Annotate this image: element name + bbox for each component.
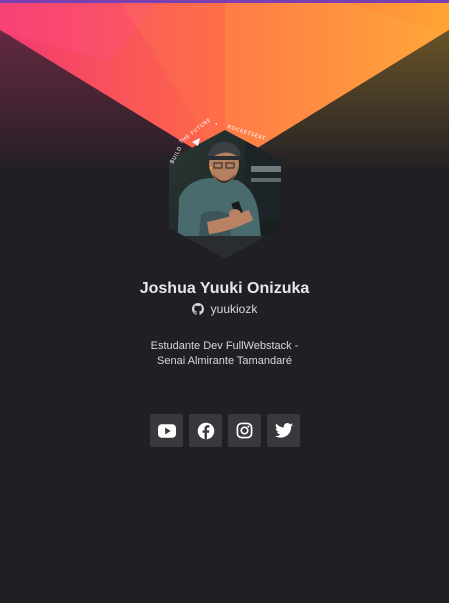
social-links [150,414,300,447]
bio-line-2: Senai Almirante Tamandaré [157,355,292,367]
github-icon [191,303,204,315]
profile-bio: Estudante Dev FullWebstack - Senai Almir… [0,339,449,369]
twitter-icon [274,423,293,438]
instagram-icon [236,422,253,439]
top-accent-line [0,0,449,3]
bio-line-1: Estudante Dev FullWebstack - [150,340,299,352]
profile-name: Joshua Yuuki Onizuka [139,280,310,297]
avatar: BUILD THE FUTURE • ROCKETSEAT [167,118,283,258]
twitter-button[interactable] [267,414,300,447]
github-link[interactable]: yuukiozk [0,302,449,316]
facebook-button[interactable] [189,414,222,447]
facebook-icon [197,422,214,439]
svg-text:•: • [215,122,219,128]
youtube-icon [157,423,176,438]
profile-page: BUILD THE FUTURE • ROCKETSEAT Joshua Yuu… [0,0,449,603]
youtube-button[interactable] [150,414,183,447]
instagram-button[interactable] [228,414,261,447]
github-handle: yuukiozk [210,302,258,316]
